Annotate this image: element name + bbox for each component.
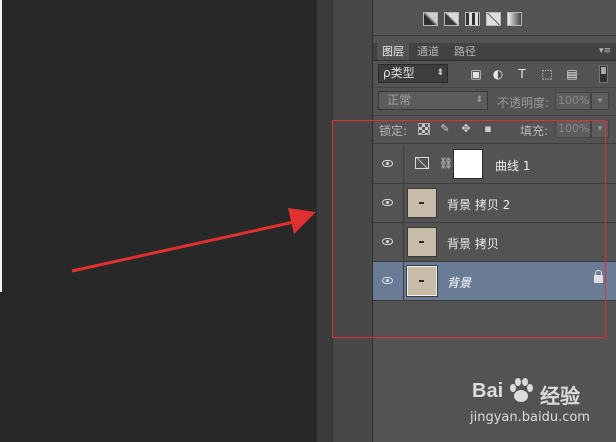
- layer-name: 背景: [447, 276, 472, 290]
- collapsed-panel-column: [332, 0, 374, 442]
- lock-all-icon[interactable]: ▪: [482, 123, 494, 135]
- layers-list: ⛓ 曲线 1 背景 拷贝 2 背景 拷贝 背景: [373, 145, 616, 301]
- panel-tabs: 图层 通道 路径 ▾≡: [373, 43, 616, 61]
- threshold-icon[interactable]: [486, 12, 501, 26]
- invert-icon[interactable]: [507, 12, 522, 26]
- filter-toolbar: ρ类型 ⬍ ▣ ◐ T ⬚ ▤: [373, 61, 616, 88]
- watermark-brand-left: Bai: [472, 380, 504, 402]
- blend-mode-select[interactable]: 正常 ⬍: [378, 91, 488, 110]
- lock-label: 锁定:: [379, 124, 408, 138]
- eye-visibility-icon[interactable]: [373, 145, 404, 183]
- gradient-map-icon[interactable]: [444, 12, 459, 26]
- adjustment-filter-icon[interactable]: ◐: [491, 67, 505, 81]
- panel-dock-strip: [316, 0, 333, 442]
- document-edge: [0, 0, 2, 292]
- layer-thumbnail: [407, 266, 437, 296]
- layer-name: 背景 拷贝: [447, 237, 499, 251]
- tab-paths[interactable]: 路径: [449, 43, 481, 60]
- blend-row: 正常 ⬍ 不透明度: 100% ▾: [373, 88, 616, 116]
- adjustment-icons: [423, 12, 522, 26]
- lock-row: 锁定: ✎ ✥ ▪ 填充: 100% ▾: [373, 116, 616, 144]
- blend-mode-value: 正常: [387, 93, 412, 107]
- curves-adjustment-icon: [415, 157, 429, 169]
- filter-toggle-switch[interactable]: [599, 65, 608, 83]
- eye-visibility-icon[interactable]: [373, 262, 404, 300]
- filter-type-select[interactable]: ρ类型 ⬍: [378, 64, 448, 83]
- layer-row-background-copy-2[interactable]: 背景 拷贝 2: [373, 184, 616, 223]
- fill-dropdown-button[interactable]: ▾: [591, 120, 609, 138]
- shape-filter-icon[interactable]: ⬚: [540, 67, 554, 81]
- watermark-brand-right: 经验: [540, 386, 580, 408]
- type-filter-icon[interactable]: T: [515, 67, 529, 81]
- watermark-url: jingyan.baidu.com: [470, 410, 590, 425]
- lock-pixels-brush-icon[interactable]: ✎: [439, 123, 451, 135]
- tab-channels[interactable]: 通道: [412, 43, 444, 60]
- opacity-field[interactable]: 100%: [555, 92, 591, 110]
- smart-object-filter-icon[interactable]: ▤: [565, 67, 579, 81]
- baidu-jingyan-watermark: Bai 经验 jingyan.baidu.com: [470, 374, 616, 442]
- adjustments-strip: [373, 0, 616, 36]
- opacity-dropdown-button[interactable]: ▾: [591, 92, 609, 110]
- fill-field[interactable]: 100%: [555, 120, 591, 138]
- layer-name: 曲线 1: [495, 159, 531, 173]
- lock-transparency-icon[interactable]: [418, 123, 430, 135]
- chevron-updown-icon: ⬍: [475, 95, 483, 105]
- layer-name: 背景 拷贝 2: [447, 198, 511, 212]
- eye-visibility-icon[interactable]: [373, 223, 404, 261]
- chevron-updown-icon: ⬍: [436, 68, 444, 78]
- layer-row-background-copy[interactable]: 背景 拷贝: [373, 223, 616, 262]
- layer-row-curves[interactable]: ⛓ 曲线 1: [373, 145, 616, 184]
- posterize-icon[interactable]: [465, 12, 480, 26]
- lock-position-move-icon[interactable]: ✥: [460, 123, 472, 135]
- image-filter-icon[interactable]: ▣: [469, 67, 483, 81]
- filter-type-label: ρ类型: [383, 66, 415, 80]
- opacity-label: 不透明度:: [497, 96, 550, 110]
- canvas-area: [0, 0, 316, 442]
- selective-color-icon[interactable]: [423, 12, 438, 26]
- link-chain-icon[interactable]: ⛓: [439, 157, 453, 170]
- lock-icon[interactable]: [594, 270, 603, 283]
- panel-menu-icon[interactable]: ▾≡: [599, 43, 611, 60]
- baidu-paw-icon: [510, 378, 533, 402]
- layer-thumbnail: [407, 188, 437, 218]
- fill-label: 填充:: [520, 124, 549, 138]
- layer-mask-thumbnail[interactable]: [453, 149, 483, 179]
- tab-layers[interactable]: 图层: [377, 43, 409, 60]
- layer-thumbnail: [407, 227, 437, 257]
- layer-row-background[interactable]: 背景: [373, 262, 616, 301]
- eye-visibility-icon[interactable]: [373, 184, 404, 222]
